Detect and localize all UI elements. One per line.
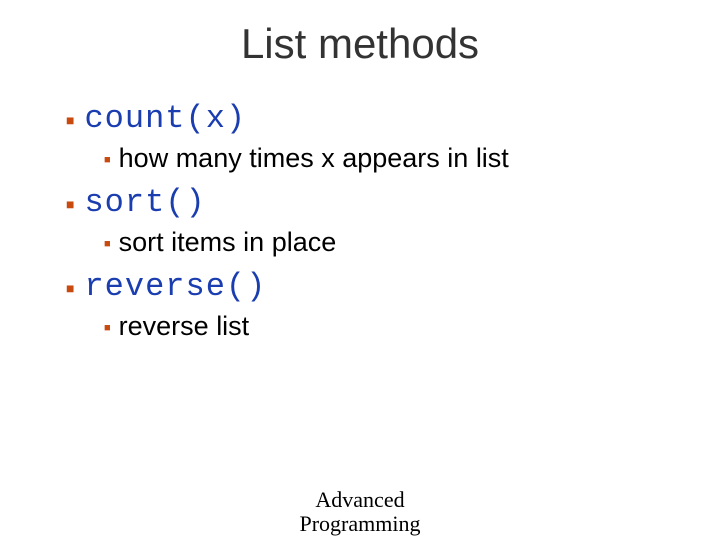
footer-line: Advanced xyxy=(0,488,720,512)
method-description: how many times x appears in list xyxy=(119,143,509,174)
method-name: sort() xyxy=(84,184,205,221)
bullet-icon: ■ xyxy=(66,197,74,211)
list-item: ■ count(x) ■ how many times x appears in… xyxy=(66,100,670,174)
bullet-icon: ■ xyxy=(104,155,111,166)
method-description: sort items in place xyxy=(119,227,337,258)
sub-list: ■ sort items in place xyxy=(66,227,670,258)
sub-list: ■ reverse list xyxy=(66,311,670,342)
method-description: reverse list xyxy=(119,311,250,342)
list-item: ■ how many times x appears in list xyxy=(104,143,670,174)
list-item: ■ reverse() ■ reverse list xyxy=(66,268,670,342)
bullet-icon: ■ xyxy=(66,281,74,295)
slide-footer: Advanced Programming xyxy=(0,488,720,536)
list-item: ■ sort() ■ sort items in place xyxy=(66,184,670,258)
bullet-icon: ■ xyxy=(66,113,74,127)
method-list: ■ count(x) ■ how many times x appears in… xyxy=(50,100,670,342)
list-item: ■ reverse list xyxy=(104,311,670,342)
method-name: reverse() xyxy=(84,268,266,305)
bullet-icon: ■ xyxy=(104,239,111,250)
sub-list: ■ how many times x appears in list xyxy=(66,143,670,174)
method-name: count(x) xyxy=(84,100,246,137)
footer-line: Programming xyxy=(0,512,720,536)
list-item: ■ sort items in place xyxy=(104,227,670,258)
bullet-icon: ■ xyxy=(104,323,111,334)
slide: List methods ■ count(x) ■ how many times… xyxy=(0,0,720,540)
page-title: List methods xyxy=(50,20,670,68)
